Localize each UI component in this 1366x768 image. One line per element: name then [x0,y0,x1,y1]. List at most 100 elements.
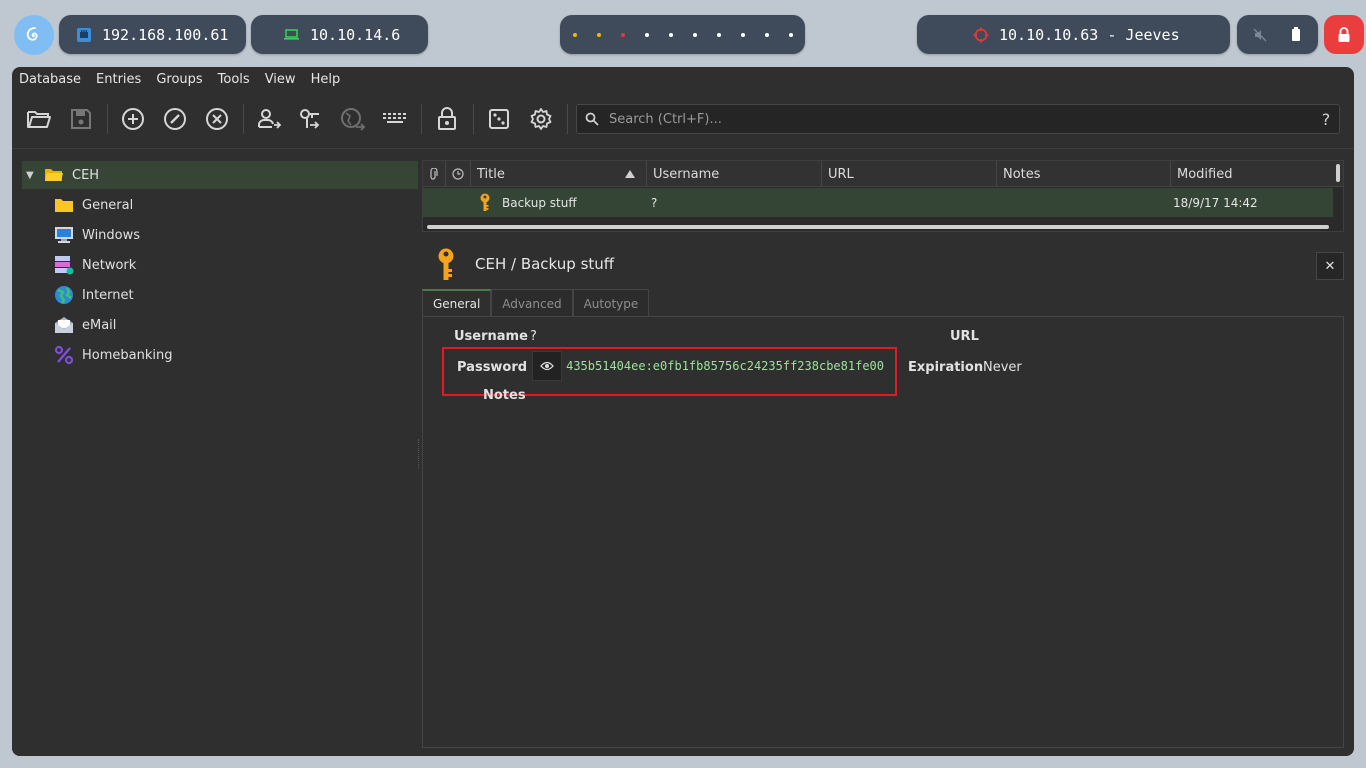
search-input[interactable] [599,111,1313,127]
close-preview-button[interactable]: ✕ [1316,252,1344,280]
battery-icon [1291,27,1300,41]
percent-icon [54,345,74,365]
notes-label: Notes [483,388,526,403]
column-expires[interactable] [446,161,471,187]
workspace-10-dot[interactable] [788,32,793,37]
local-ip-widget[interactable]: 192.168.100.61 [59,15,246,54]
entry-modified: 18/9/17 14:42 [1173,195,1258,210]
workspace-6-dot[interactable] [692,32,697,37]
volume-muted-button[interactable] [1250,28,1270,42]
expiration-label: Expiration [908,360,984,375]
workspace-4-dot[interactable] [644,32,649,37]
save-database-button[interactable] [67,105,95,133]
tab-advanced[interactable]: Advanced [491,289,573,317]
group-homebanking[interactable]: Homebanking [54,341,172,369]
column-title[interactable]: Title [471,161,647,187]
open-database-button[interactable] [25,105,53,133]
username-value: ? [530,329,537,344]
dice-icon [489,109,509,129]
app-launcher-button[interactable] [14,15,54,55]
eye-icon [540,361,554,371]
horizontal-scrollbar[interactable] [427,225,1329,229]
group-windows-label: Windows [82,227,141,243]
gear-icon [530,108,552,130]
search-help-button[interactable]: ? [1313,110,1339,129]
workspace-1-dot[interactable] [572,32,577,37]
group-root[interactable]: ▼ CEH [22,161,418,189]
splitter-handle[interactable] [418,439,421,469]
preview-title: CEH / Backup stuff [475,255,615,273]
preview-tabs: General Advanced Autotype [422,289,650,317]
column-attachment[interactable] [423,161,446,187]
vertical-scrollbar[interactable] [1336,164,1340,182]
edit-entry-button[interactable] [161,105,189,133]
paperclip-icon [430,168,438,180]
menu-database[interactable]: Database [19,72,81,87]
menu-view[interactable]: View [265,72,296,87]
target-widget[interactable]: 10.10.10.63 - Jeeves [917,15,1230,54]
group-general[interactable]: General [54,191,133,219]
workspace-8-dot[interactable] [740,32,745,37]
copy-url-button[interactable] [339,105,367,133]
column-username[interactable]: Username [647,161,822,187]
vpn-ip-widget[interactable]: 10.10.14.6 [251,15,428,54]
lock-database-button[interactable] [433,105,461,133]
column-url-label: URL [828,166,854,182]
collapse-arrow-icon[interactable]: ▼ [26,170,36,181]
pencil-circle-icon [164,108,186,130]
group-internet-label: Internet [82,287,134,303]
toggle-password-visibility-button[interactable] [532,351,562,381]
menu-bar: Database Entries Groups Tools View Help [12,67,1354,91]
battery-button[interactable] [1286,27,1306,42]
password-generator-button[interactable] [485,105,513,133]
tab-autotype[interactable]: Autotype [572,289,650,317]
column-notes[interactable]: Notes [997,161,1171,187]
user-arrow-icon [258,109,282,129]
vpn-ip-text: 10.10.14.6 [310,25,401,44]
password-label: Password [457,360,528,375]
key-icon [480,193,490,211]
main-area: Title Username URL Notes Modified Backup… [418,148,1354,756]
group-email[interactable]: eMail [54,311,116,339]
column-title-label: Title [477,166,505,182]
workspace-7-dot[interactable] [716,32,721,37]
workspace-2-dot[interactable] [596,32,601,37]
column-modified[interactable]: Modified [1171,161,1333,187]
server-network-icon [55,256,74,275]
workspace-5-dot[interactable] [668,32,673,37]
autotype-button[interactable] [381,105,409,133]
x-circle-icon [206,108,228,130]
entry-key-icon-cell [479,188,491,217]
group-email-label: eMail [82,317,117,333]
workspace-3-dot[interactable] [620,32,625,37]
keepassxc-window: Database Entries Groups Tools View Help [12,67,1354,756]
group-network[interactable]: Network [54,251,136,279]
volume-muted-icon [1253,28,1266,41]
group-windows[interactable]: Windows [54,221,140,249]
password-value[interactable]: 435b51404ee:e0fb1fb85756c24235ff238cbe81… [566,353,884,379]
menu-tools[interactable]: Tools [218,72,250,87]
copy-username-button[interactable] [255,105,283,133]
target-text: 10.10.10.63 - Jeeves [999,25,1180,44]
sort-ascending-icon [625,170,635,178]
table-row[interactable]: Backup stuff ? 18/9/17 14:42 [423,188,1333,217]
column-url[interactable]: URL [822,161,997,187]
copy-password-button[interactable] [297,105,325,133]
workspace-switcher[interactable] [560,15,805,54]
settings-button[interactable] [527,105,555,133]
folder-open-icon [45,169,63,181]
delete-entry-button[interactable] [203,105,231,133]
plus-circle-icon [122,108,144,130]
group-homebanking-label: Homebanking [82,347,173,363]
local-ip-text: 192.168.100.61 [102,25,229,44]
workspace-9-dot[interactable] [764,32,769,37]
debian-swirl-icon [26,27,38,41]
tab-general[interactable]: General [422,289,492,317]
add-entry-button[interactable] [119,105,147,133]
menu-help[interactable]: Help [311,72,341,87]
group-internet[interactable]: Internet [54,281,134,309]
menu-groups[interactable]: Groups [156,72,202,87]
menu-entries[interactable]: Entries [96,72,141,87]
lock-screen-button[interactable] [1324,15,1364,54]
group-root-label: CEH [72,167,100,183]
